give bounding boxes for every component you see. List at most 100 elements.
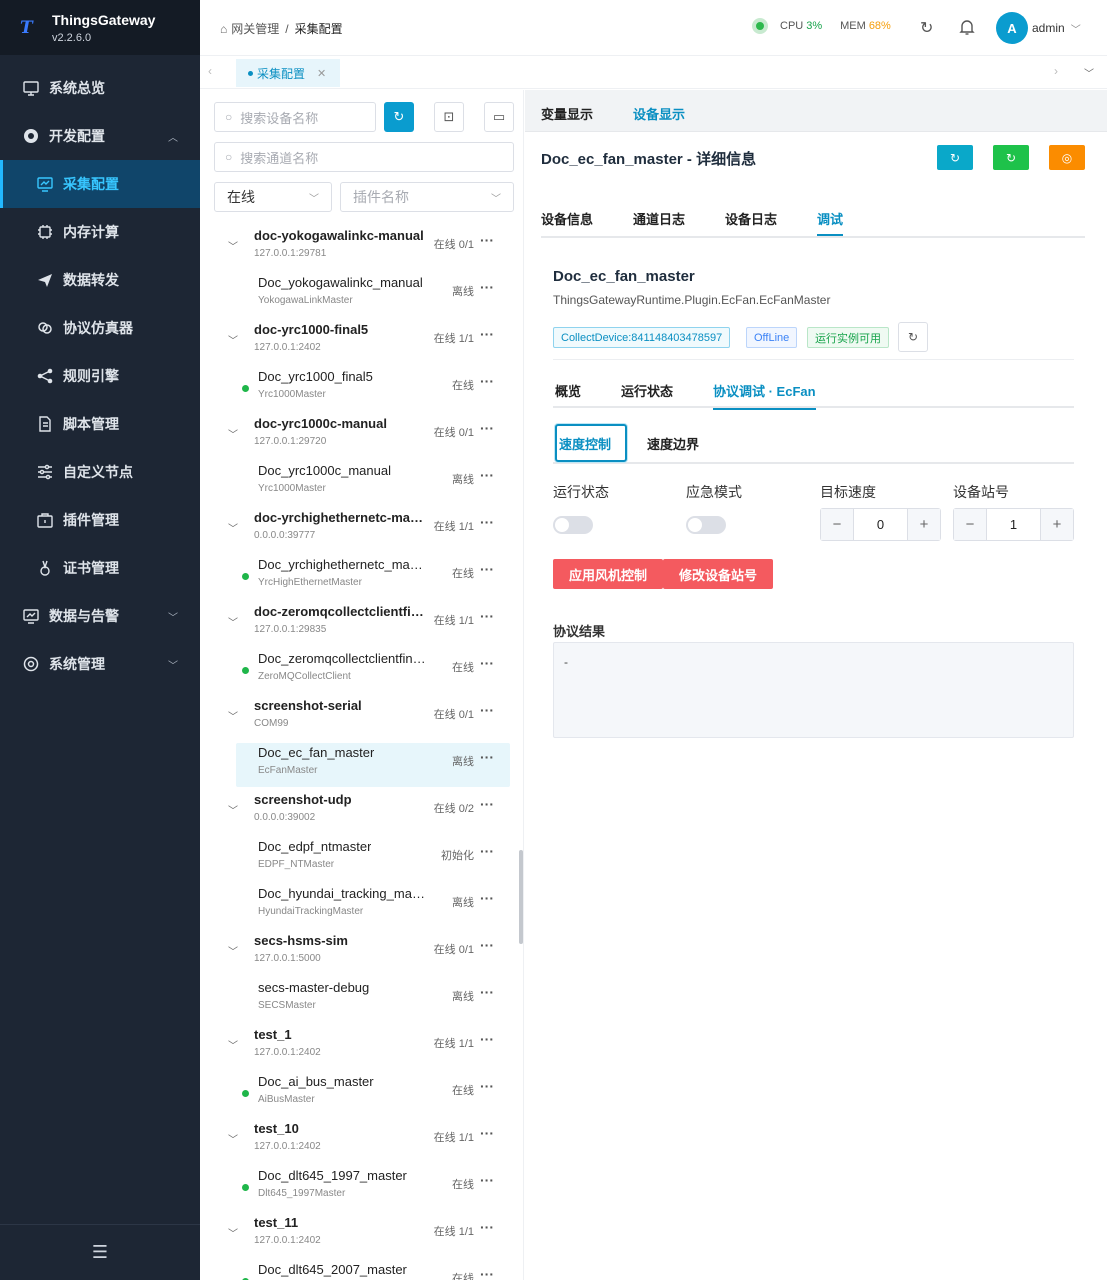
more-icon[interactable]: ···: [480, 561, 494, 577]
tab-channel-log[interactable]: 通道日志: [633, 209, 685, 228]
tab-device-info[interactable]: 设备信息: [541, 209, 593, 228]
target-speed-value[interactable]: 0: [853, 509, 908, 540]
more-icon[interactable]: ···: [480, 984, 494, 1000]
more-icon[interactable]: ···: [480, 1219, 494, 1235]
apply-fan-control-button[interactable]: 应用风机控制: [553, 559, 663, 589]
device-row[interactable]: Doc_edpf_ntmaster EDPF_NTMaster 初始化 ···: [214, 837, 510, 881]
tab-device-log[interactable]: 设备日志: [725, 209, 777, 228]
tab-collect-config[interactable]: 采集配置 ✕: [236, 59, 340, 87]
close-icon[interactable]: ✕: [317, 67, 326, 80]
device-row[interactable]: Doc_dlt645_2007_masterDlt645_2007Master在…: [214, 1260, 510, 1280]
more-icon[interactable]: ···: [480, 655, 494, 671]
device-row[interactable]: Doc_hyundai_tracking_master HyundaiTracki…: [214, 884, 510, 928]
tab-debug[interactable]: 调试: [817, 209, 844, 236]
sidebar-item-plugin-manage[interactable]: 插件管理: [0, 496, 200, 544]
station-value[interactable]: 1: [986, 509, 1041, 540]
search-channel-input[interactable]: ○ 搜索通道名称: [214, 142, 514, 172]
tab-device-view[interactable]: 设备显示: [633, 104, 685, 123]
display-button[interactable]: ▭: [484, 102, 514, 132]
tab-protocol-debug[interactable]: 协议调试 · EcFan: [713, 381, 816, 410]
more-icon[interactable]: ···: [480, 420, 494, 436]
chevron-down-icon[interactable]: ﹀: [228, 520, 238, 535]
device-row[interactable]: Doc_yrc1000c_manual Yrc1000Master 离线 ···: [214, 461, 510, 505]
more-icon[interactable]: ···: [480, 702, 494, 718]
more-icon[interactable]: ···: [480, 843, 494, 859]
sidebar-item-custom-node[interactable]: 自定义节点: [0, 448, 200, 496]
search-device-input[interactable]: ○ 搜索设备名称: [214, 102, 376, 132]
plugin-select[interactable]: 插件名称 ﹀: [340, 182, 514, 212]
export-button[interactable]: ⊡: [434, 102, 464, 132]
refresh-button[interactable]: ↻: [937, 145, 973, 170]
more-icon[interactable]: ···: [480, 467, 494, 483]
channel-row[interactable]: ﹀ secs-hsms-sim 127.0.0.1:5000 在线 0/1 ···: [214, 931, 510, 975]
chevron-down-icon[interactable]: ﹀: [228, 332, 238, 347]
more-icon[interactable]: ···: [480, 1031, 494, 1047]
device-row[interactable]: Doc_dlt645_1997_master Dlt645_1997Master 在…: [214, 1166, 510, 1210]
sidebar-item-overview[interactable]: 系统总览: [0, 64, 200, 112]
channel-row[interactable]: ﹀ doc-yokogawalinkc-manual 127.0.0.1:29781…: [214, 226, 510, 270]
emergency-toggle[interactable]: [686, 516, 726, 534]
decrement-button[interactable]: −: [954, 509, 986, 540]
pill-speed-boundary[interactable]: 速度边界: [647, 424, 699, 462]
more-icon[interactable]: ···: [480, 1172, 494, 1188]
device-row[interactable]: secs-master-debug SECSMaster 离线 ···: [214, 978, 510, 1022]
tab-run-state[interactable]: 运行状态: [621, 381, 673, 400]
breadcrumb-root[interactable]: 网关管理: [231, 20, 279, 37]
chevron-down-icon[interactable]: ﹀: [1084, 65, 1094, 80]
sidebar-item-data-alarm[interactable]: 数据与告警 ﹀: [0, 592, 200, 640]
stop-button[interactable]: ◎: [1049, 145, 1085, 170]
more-icon[interactable]: ···: [480, 796, 494, 812]
refresh-icon[interactable]: ↻: [920, 18, 933, 38]
chevron-down-icon[interactable]: ﹀: [228, 802, 238, 817]
tab-scroll-left-icon[interactable]: ‹: [208, 64, 212, 78]
device-row[interactable]: Doc_ec_fan_master EcFanMaster 离线 ···: [236, 743, 510, 787]
sidebar-item-memory-compute[interactable]: 内存计算: [0, 208, 200, 256]
chevron-down-icon[interactable]: ﹀: [228, 943, 238, 958]
more-icon[interactable]: ···: [480, 608, 494, 624]
channel-row[interactable]: ﹀ test_1 127.0.0.1:2402 在线 1/1 ···: [214, 1025, 510, 1069]
sidebar-item-protocol-simulator[interactable]: 协议仿真器: [0, 304, 200, 352]
sidebar-item-data-forward[interactable]: 数据转发: [0, 256, 200, 304]
device-row[interactable]: Doc_zeromqcollectclientfinal... ZeroMQCol…: [214, 649, 510, 693]
status-select[interactable]: 在线 ﹀: [214, 182, 332, 212]
device-row[interactable]: Doc_yokogawalinkc_manual YokogawaLinkMast…: [214, 273, 510, 317]
pill-speed-control[interactable]: 速度控制: [555, 424, 627, 462]
user-menu[interactable]: A admin ﹀: [996, 12, 1081, 44]
modify-station-button[interactable]: 修改设备站号: [663, 559, 773, 589]
decrement-button[interactable]: −: [821, 509, 853, 540]
more-icon[interactable]: ···: [480, 326, 494, 342]
more-icon[interactable]: ···: [480, 1125, 494, 1141]
tab-variable-view[interactable]: 变量显示: [541, 104, 593, 123]
sidebar-item-script-manage[interactable]: 脚本管理: [0, 400, 200, 448]
run-state-toggle[interactable]: [553, 516, 593, 534]
sidebar-item-collect-config[interactable]: 采集配置: [0, 160, 200, 208]
chevron-down-icon[interactable]: ﹀: [228, 1037, 238, 1052]
more-icon[interactable]: ···: [480, 232, 494, 248]
device-row[interactable]: Doc_yrchighethernetc_manual YrcHighEthern…: [214, 555, 510, 599]
tab-overview[interactable]: 概览: [555, 381, 581, 400]
more-icon[interactable]: ···: [480, 1266, 494, 1280]
increment-button[interactable]: +: [1041, 509, 1073, 540]
refresh-status-button[interactable]: ↻: [898, 322, 928, 352]
more-icon[interactable]: ···: [480, 890, 494, 906]
restart-button[interactable]: ↻: [993, 145, 1029, 170]
sidebar-item-cert-manage[interactable]: 证书管理: [0, 544, 200, 592]
collapse-menu-button[interactable]: ☰: [0, 1224, 200, 1280]
chevron-down-icon[interactable]: ﹀: [228, 238, 238, 253]
more-icon[interactable]: ···: [480, 373, 494, 389]
refresh-tree-button[interactable]: ↻: [384, 102, 414, 132]
increment-button[interactable]: +: [908, 509, 940, 540]
sidebar-item-rule-engine[interactable]: 规则引擎: [0, 352, 200, 400]
channel-row[interactable]: ﹀ screenshot-udp 0.0.0.0:39002 在线 0/2 ···: [214, 790, 510, 834]
channel-row[interactable]: ﹀ doc-zeromqcollectclientfin... 127.0.0.1:…: [214, 602, 510, 646]
bell-icon[interactable]: [958, 18, 976, 41]
device-row[interactable]: Doc_yrc1000_final5 Yrc1000Master 在线 ···: [214, 367, 510, 411]
more-icon[interactable]: ···: [480, 937, 494, 953]
sidebar-item-system-manage[interactable]: 系统管理 ﹀: [0, 640, 200, 688]
sidebar-item-dev-config[interactable]: 开发配置 ︿: [0, 112, 200, 160]
chevron-down-icon[interactable]: ﹀: [228, 1131, 238, 1146]
more-icon[interactable]: ···: [480, 279, 494, 295]
device-row[interactable]: Doc_ai_bus_master AiBusMaster 在线 ···: [214, 1072, 510, 1116]
channel-row[interactable]: ﹀ doc-yrchighethernetc-man... 0.0.0.0:3977…: [214, 508, 510, 552]
chevron-down-icon[interactable]: ﹀: [228, 426, 238, 441]
